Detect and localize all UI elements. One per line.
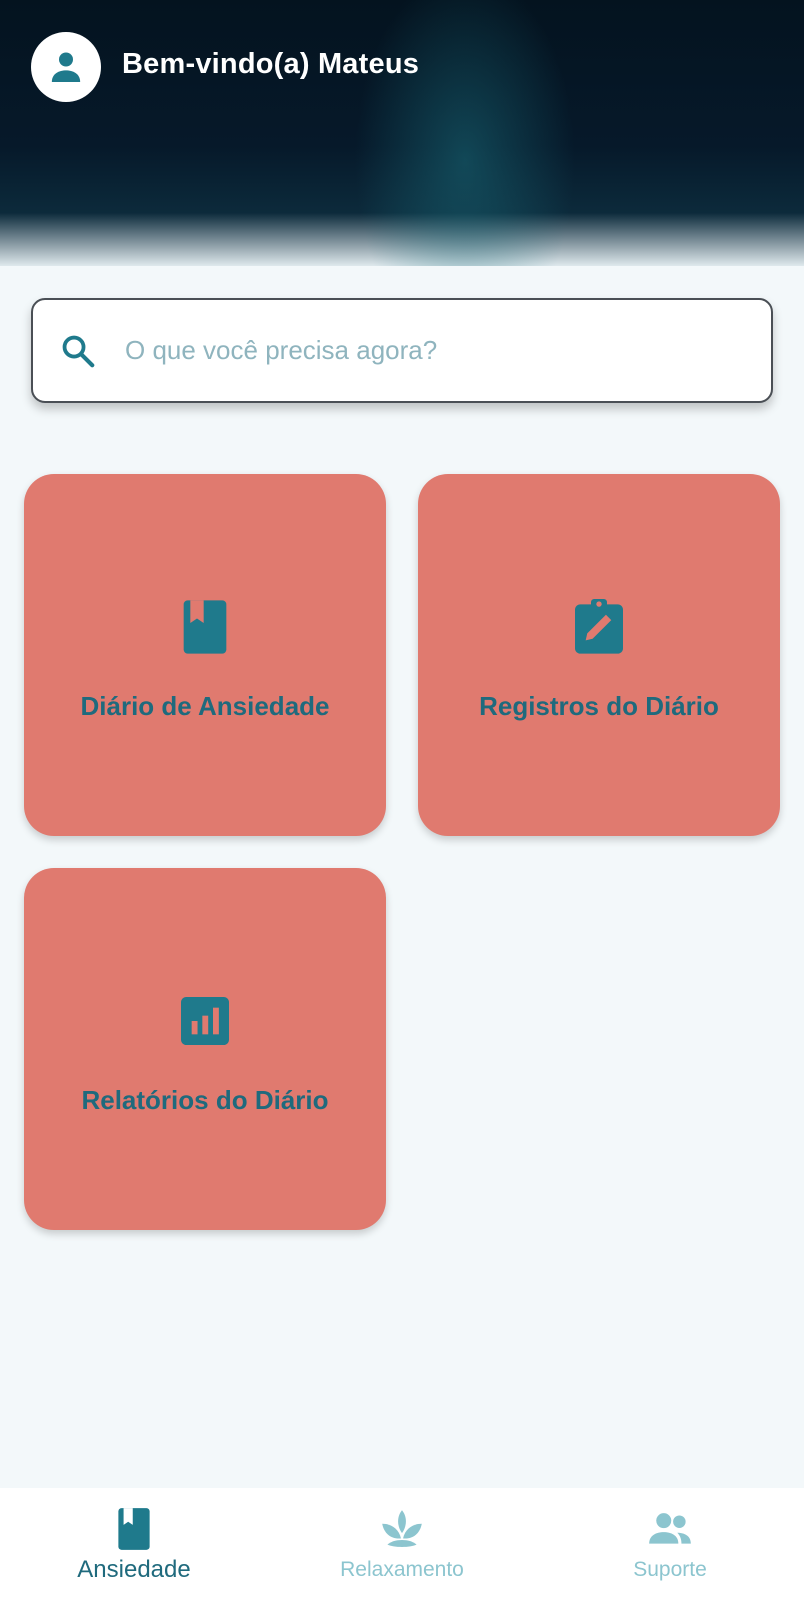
welcome-title: Bem-vindo(a) Mateus — [122, 48, 420, 80]
search-icon — [59, 332, 97, 370]
bar-chart-icon — [181, 996, 229, 1045]
card-label: Relatórios do Diário — [81, 1084, 329, 1115]
lotus-icon — [382, 1510, 422, 1547]
card-label: Diário de Ansiedade — [80, 690, 330, 721]
person-icon — [51, 52, 81, 82]
nav-item-relaxamento[interactable]: Relaxamento — [268, 1488, 536, 1600]
nav-label: Relaxamento — [340, 1558, 464, 1581]
bottom-navigation: Ansiedade Relaxamento Suporte — [0, 1488, 804, 1600]
clipboard-edit-icon — [575, 598, 623, 654]
book-icon — [118, 1508, 150, 1550]
card-relatorios-diario[interactable]: Relatórios do Diário — [24, 868, 386, 1230]
group-icon — [649, 1513, 691, 1544]
card-diario-ansiedade[interactable]: Diário de Ansiedade — [24, 474, 386, 836]
nav-label: Ansiedade — [77, 1556, 191, 1583]
card-label: Registros do Diário — [479, 690, 719, 721]
book-bookmark-icon — [183, 599, 227, 654]
card-registros-diario[interactable]: Registros do Diário — [418, 474, 780, 836]
header-banner: Bem-vindo(a) Mateus — [0, 0, 804, 266]
search-bar[interactable] — [31, 298, 773, 403]
nav-item-suporte[interactable]: Suporte — [536, 1488, 804, 1600]
nav-item-ansiedade[interactable]: Ansiedade — [0, 1488, 268, 1600]
search-input[interactable] — [125, 335, 685, 366]
avatar[interactable] — [31, 32, 101, 102]
nav-label: Suporte — [633, 1558, 707, 1581]
